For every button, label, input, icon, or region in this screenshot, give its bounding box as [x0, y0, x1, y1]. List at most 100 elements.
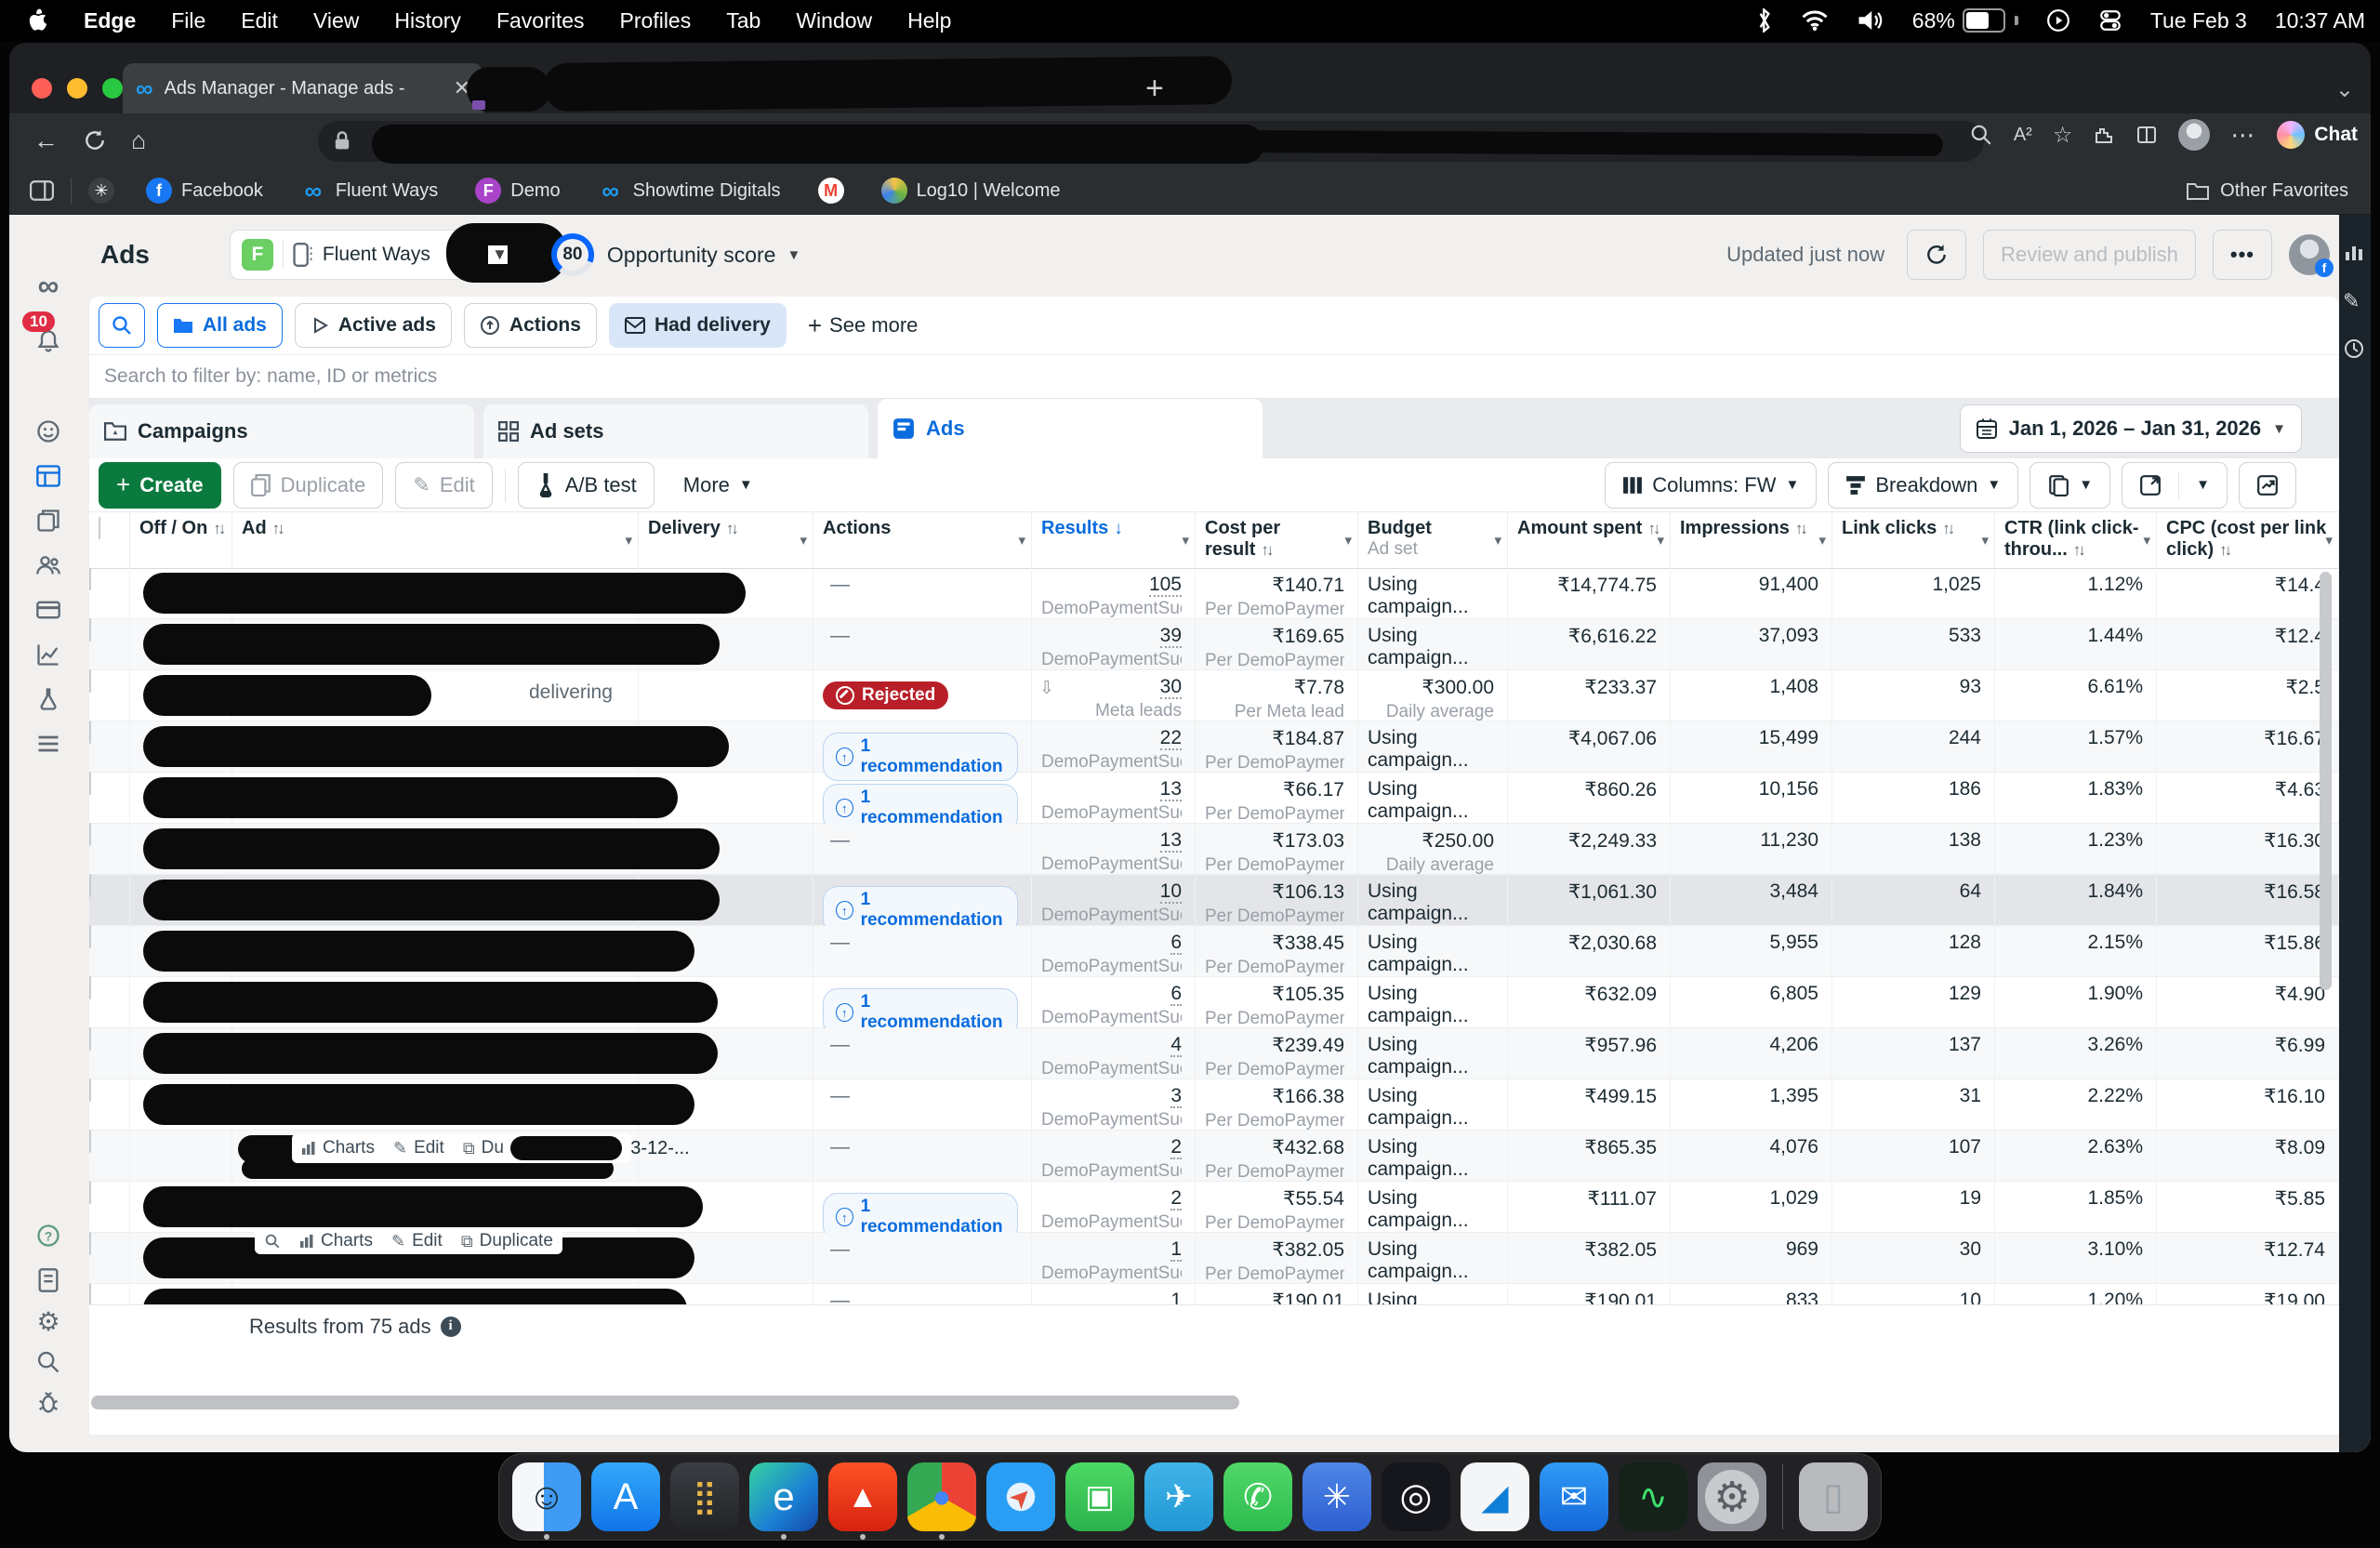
column-menu-caret[interactable]: ▾ [1018, 533, 1025, 549]
other-favorites[interactable]: Other Favorites [2187, 180, 2371, 202]
sort-icon[interactable]: ↑↓ [2073, 541, 2083, 559]
table-row[interactable]: —13DemoPaymentSuccess₹173.03Per DemoPaym… [89, 824, 2339, 875]
sidebar-item-settings-gear-icon[interactable]: ⚙ [32, 1304, 65, 1338]
menubar-item-profiles[interactable]: Profiles [620, 8, 692, 33]
browser-menu-icon[interactable]: ⋯ [2230, 121, 2256, 150]
review-and-publish-button[interactable]: Review and publish [1983, 230, 2196, 280]
menubar-item-favorites[interactable]: Favorites [496, 8, 585, 33]
menubar-app-name[interactable]: Edge [84, 8, 136, 33]
ad-name-cell[interactable] [232, 1079, 639, 1130]
hover-menu-item-charts[interactable]: Charts [299, 1231, 373, 1251]
column-menu-caret[interactable]: ▾ [1344, 533, 1352, 549]
table-row[interactable]: —1₹190.01Using campaign...₹190.01833101.… [89, 1284, 2339, 1304]
sidebar-item-all-tools-menu-icon[interactable] [32, 727, 65, 761]
sidebar-item-meta-logo-icon[interactable]: ∞ [32, 269, 65, 302]
table-row[interactable]: deliveringRejected30Meta leads⇩₹7.78Per … [89, 670, 2339, 721]
row-checkbox[interactable] [89, 823, 91, 846]
search-filter-button[interactable] [99, 303, 145, 348]
reports-button[interactable]: ▼ [2030, 462, 2110, 509]
row-checkbox[interactable] [89, 1130, 91, 1153]
see-more-filters-button[interactable]: + See more [808, 311, 919, 340]
bookmark-fluent-ways[interactable]: ∞Fluent Ways [300, 178, 438, 204]
sort-icon[interactable]: ↑↓ [213, 520, 223, 537]
column-menu-caret[interactable]: ▾ [2143, 533, 2150, 549]
dock-icon-safari[interactable]: ➤ [986, 1462, 1055, 1531]
edit-button[interactable]: ✎Edit [395, 462, 492, 509]
home-button[interactable]: ⌂ [131, 126, 146, 155]
column-header-link-clicks[interactable]: Link clicks↑↓▾ [1832, 512, 1995, 568]
column-header-budget[interactable]: BudgetAd set▾ [1358, 512, 1508, 568]
column-menu-caret[interactable]: ▾ [1657, 533, 1664, 549]
off-on-toggle-cell[interactable] [130, 1131, 232, 1181]
ad-name-cell[interactable] [232, 1182, 639, 1232]
breakdown-button[interactable]: Breakdown▼ [1828, 462, 2018, 509]
menubar-item-file[interactable]: File [171, 8, 205, 33]
ad-name-cell[interactable] [232, 824, 639, 874]
column-menu-caret[interactable]: ▾ [625, 533, 632, 549]
column-header-results[interactable]: Results↓▾ [1032, 512, 1196, 568]
dock-icon-edge[interactable]: e [749, 1462, 818, 1531]
sort-icon[interactable]: ↑↓ [1261, 541, 1271, 559]
create-button[interactable]: +Create [99, 462, 221, 509]
menubar-item-history[interactable]: History [394, 8, 461, 33]
sidebar-item-help-icon[interactable]: ? [32, 1219, 65, 1252]
menubar-time[interactable]: 10:37 AM [2275, 8, 2365, 33]
extensions-icon[interactable] [2093, 124, 2115, 146]
dock-icon-brave[interactable]: ▲ [828, 1462, 897, 1531]
columns-button[interactable]: Columns: FW▼ [1605, 462, 1817, 509]
menubar-item-tab[interactable]: Tab [726, 8, 760, 33]
bluetooth-icon[interactable] [1756, 8, 1773, 33]
column-menu-caret[interactable]: ▾ [1981, 533, 1989, 549]
row-hover-menu[interactable]: Charts✎Edit⧉Duplicate [255, 1228, 562, 1254]
row-checkbox[interactable] [89, 1078, 91, 1102]
sidebar-item-billing-card-icon[interactable] [32, 593, 65, 627]
battery-indicator[interactable]: 68% [1912, 8, 2018, 33]
opportunity-score-gauge[interactable]: 80 [551, 233, 594, 276]
hover-menu-item-duplicate[interactable]: ⧉Duplicate [461, 1231, 553, 1251]
menubar-date[interactable]: Tue Feb 3 [2150, 8, 2247, 33]
row-checkbox[interactable] [89, 874, 91, 897]
bookmark-gmail[interactable]: M [818, 178, 844, 204]
sort-desc-icon[interactable]: ↓ [1114, 519, 1120, 538]
row-checkbox[interactable] [89, 721, 91, 744]
sort-icon[interactable]: ↑↓ [2219, 541, 2229, 559]
chevron-down-icon[interactable]: ▼ [787, 247, 800, 263]
filter-chip-active-ads[interactable]: Active ads [295, 303, 452, 348]
column-menu-caret[interactable]: ▾ [800, 533, 807, 549]
dock-icon-facetime[interactable]: ▣ [1065, 1462, 1134, 1531]
column-menu-caret[interactable]: ▾ [1494, 533, 1501, 549]
row-checkbox[interactable] [89, 618, 91, 642]
dock-icon-finder[interactable]: ☺ [512, 1462, 581, 1531]
play-status-icon[interactable] [2046, 8, 2070, 33]
close-window-button[interactable] [32, 78, 52, 99]
bookmark-demo[interactable]: FDemo [475, 178, 560, 204]
maximize-window-button[interactable] [102, 78, 123, 99]
row-checkbox[interactable] [89, 976, 91, 999]
menubar-item-edit[interactable]: Edit [241, 8, 278, 33]
row-checkbox[interactable] [89, 925, 91, 948]
column-header-ad[interactable]: Ad↑↓▾ [232, 512, 639, 568]
sidebar-item-events-flask-icon[interactable] [32, 682, 65, 716]
bookmark-showtime-digitals[interactable]: ∞Showtime Digitals [598, 178, 781, 204]
dock-icon-mail[interactable]: ✉ [1540, 1462, 1608, 1531]
row-checkbox[interactable] [89, 1232, 91, 1255]
ad-name-cell[interactable] [232, 619, 639, 669]
browser-tab[interactable]: ∞ Ads Manager - Manage ads - Ac ✕ [123, 63, 483, 113]
hover-menu-item-edit[interactable]: ✎Edit [393, 1138, 444, 1158]
ad-name-cell[interactable] [232, 773, 639, 823]
more-actions-button[interactable]: More▼ [667, 463, 770, 508]
ad-name-cell[interactable] [232, 721, 639, 772]
column-header-ctr-link-click-throu[interactable]: CTR (link click-throu...↑↓▾ [1995, 512, 2157, 568]
account-selector[interactable]: F Fluent Ways ▼ [230, 230, 520, 280]
row-checkbox[interactable] [89, 1283, 91, 1304]
filter-chip-had-delivery[interactable]: Had delivery [609, 303, 787, 348]
browser-profile-avatar[interactable] [2178, 119, 2210, 151]
row-checkbox[interactable] [89, 1027, 91, 1051]
sidebar-item-audiences-people-icon[interactable] [32, 549, 65, 582]
refresh-button[interactable] [83, 128, 107, 152]
menubar-item-help[interactable]: Help [907, 8, 951, 33]
search-filter-input[interactable]: Search to filter by: name, ID or metrics [89, 354, 2339, 399]
horizontal-scrollbar[interactable] [91, 1396, 1239, 1409]
table-row[interactable]: ↑1 recommendation22DemoPaymentSuccess₹18… [89, 721, 2339, 773]
dock-icon-whatsapp[interactable]: ✆ [1223, 1462, 1292, 1531]
